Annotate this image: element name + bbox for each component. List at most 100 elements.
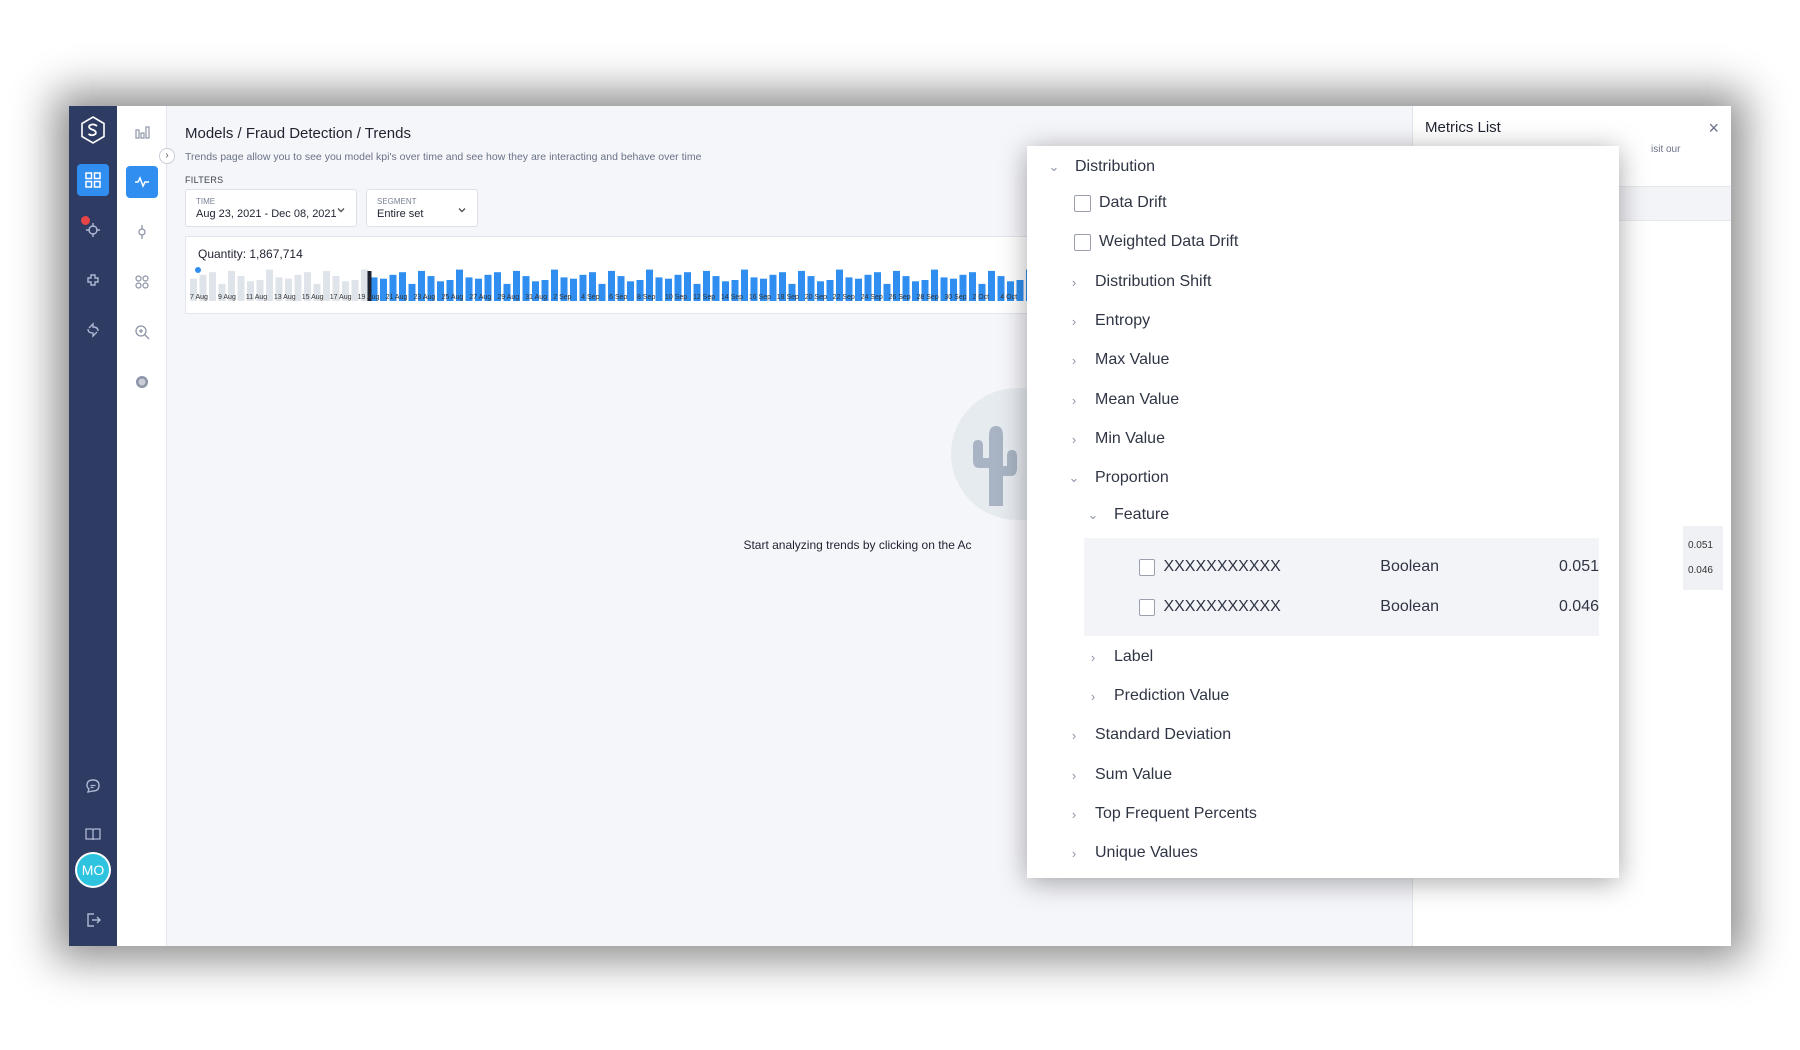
chevron-right-icon: ›	[1071, 767, 1077, 783]
feature-name: XXXXXXXXXXX	[1163, 558, 1281, 575]
tree-group-mean-value[interactable]: › Mean Value	[1067, 391, 1179, 409]
page-description: Trends page allow you to see you model k…	[185, 151, 702, 163]
metric-option-data-drift[interactable]: Data Drift	[1074, 194, 1167, 212]
histogram-tick-label: 19 Aug	[358, 294, 380, 301]
feature-type: Boolean	[1380, 598, 1439, 615]
notification-badge	[81, 216, 90, 225]
time-filter-dropdown[interactable]: TIME Aug 23, 2021 - Dec 08, 2021	[185, 189, 357, 227]
tree-group-feature[interactable]: ⌄ Feature	[1086, 506, 1170, 524]
trends-activity-icon[interactable]	[126, 166, 158, 198]
histogram-bar[interactable]	[1016, 280, 1024, 301]
user-avatar[interactable]: MO	[77, 854, 109, 886]
tree-label: Top Frequent Percents	[1095, 805, 1257, 822]
histogram-tick-label: 27 Aug	[469, 294, 491, 301]
histogram-tick-label: 10 Sep	[665, 294, 687, 301]
metrics-panel-description-text: isit our	[1651, 144, 1681, 155]
metric-value: 0.046	[1687, 565, 1713, 576]
tree-group-proportion[interactable]: ⌄ Proportion	[1067, 469, 1169, 487]
range-marker-dot[interactable]	[195, 267, 201, 273]
histogram-tick-label: 2 Sep	[553, 294, 571, 301]
integrations-icon[interactable]	[77, 264, 109, 296]
metrics-tree-dropdown: ⌄ Distribution Data Drift Weighted Data …	[1027, 146, 1619, 878]
tree-label: Sum Value	[1095, 766, 1173, 783]
histogram-bar[interactable]	[627, 281, 634, 301]
tree-group-prediction-value[interactable]: › Prediction Value	[1086, 687, 1230, 705]
tree-group-unique-values[interactable]: › Unique Values	[1067, 844, 1198, 862]
histogram-tick-label: 14 Sep	[721, 294, 743, 301]
histogram-tick-label: 28 Sep	[916, 294, 938, 301]
tree-group-min-value[interactable]: › Min Value	[1067, 430, 1165, 448]
tree-group-standard-deviation[interactable]: › Standard Deviation	[1067, 726, 1231, 744]
tree-label: Data Drift	[1099, 194, 1167, 211]
quantity-value: 1,867,714	[249, 247, 303, 261]
chevron-right-icon: ›	[1071, 392, 1077, 408]
zoom-search-icon[interactable]	[126, 316, 158, 348]
breadcrumb: Models / Fraud Detection / Trends	[185, 125, 411, 142]
chevron-right-icon: ›	[1090, 649, 1096, 665]
docs-book-icon[interactable]	[77, 818, 109, 850]
segment-filter-value: Entire set	[377, 208, 424, 220]
histogram-bar[interactable]	[598, 283, 606, 301]
histogram-tick-label: 23 Aug	[414, 294, 436, 301]
feature-row[interactable]: XXXXXXXXXXX Boolean 0.051	[1084, 547, 1599, 587]
checkbox[interactable]	[1074, 233, 1091, 251]
checkbox[interactable]	[1139, 598, 1156, 616]
incidents-icon[interactable]	[77, 214, 109, 246]
checkbox[interactable]	[1139, 558, 1156, 576]
histogram-tick-label: 22 Sep	[833, 294, 855, 301]
tree-label: Standard Deviation	[1095, 726, 1232, 743]
time-filter-value: Aug 23, 2021 - Dec 08, 2021	[196, 208, 337, 220]
histogram-tick-label: 15 Aug	[302, 294, 324, 301]
histogram-tick-label: 26 Sep	[889, 294, 911, 301]
tree-group-top-frequent-percents[interactable]: › Top Frequent Percents	[1067, 805, 1257, 823]
chevron-down-icon: ⌄	[1068, 470, 1080, 485]
segment-filter-label: SEGMENT	[377, 197, 417, 206]
chevron-right-icon: ›	[1071, 845, 1077, 861]
chevron-right-icon: ›	[1071, 352, 1077, 368]
feature-type: Boolean	[1380, 558, 1439, 575]
chat-icon[interactable]	[77, 770, 109, 802]
tree-group-distribution-shift[interactable]: › Distribution Shift	[1067, 273, 1212, 291]
tree-group-label[interactable]: › Label	[1086, 648, 1153, 666]
histogram-tick-label: 21 Aug	[386, 294, 408, 301]
chevron-right-icon: ›	[1071, 806, 1077, 822]
metric-value: 0.051	[1687, 540, 1713, 551]
superwise-logo-icon[interactable]	[77, 114, 109, 146]
feature-row[interactable]: XXXXXXXXXXX Boolean 0.046	[1084, 587, 1599, 627]
segment-filter-dropdown[interactable]: SEGMENT Entire set	[366, 189, 478, 227]
logout-icon[interactable]	[77, 904, 109, 936]
metrics-panel-title: Metrics List	[1425, 119, 1501, 136]
histogram-tick-label: 7 Aug	[190, 294, 208, 301]
histogram-tick-label: 11 Aug	[246, 294, 267, 301]
checkbox[interactable]	[1074, 194, 1091, 212]
histogram-tick-label: 4 Sep	[581, 294, 599, 301]
feature-name: XXXXXXXXXXX	[1163, 598, 1281, 615]
metric-option-weighted-data-drift[interactable]: Weighted Data Drift	[1074, 233, 1238, 251]
segments-icon[interactable]	[126, 266, 158, 298]
chevron-right-icon: ›	[1071, 274, 1077, 290]
tree-group-sum-value[interactable]: › Sum Value	[1067, 766, 1172, 784]
histogram-tick-label: 25 Aug	[441, 294, 463, 301]
histogram-tick-label: 6 Sep	[609, 294, 627, 301]
chevron-down-icon: ⌄	[1048, 159, 1060, 174]
histogram-bar[interactable]	[237, 276, 245, 301]
histogram-tick-label: 29 Aug	[497, 294, 519, 301]
histogram-bar[interactable]	[209, 272, 216, 301]
chevron-down-icon	[336, 202, 346, 220]
sync-icon[interactable]	[77, 314, 109, 346]
histogram-bar[interactable]	[655, 277, 663, 301]
secondary-sidebar	[117, 106, 167, 946]
chevron-right-icon: ›	[1071, 727, 1077, 743]
dashboard-icon[interactable]	[77, 164, 109, 196]
tree-label: Distribution	[1075, 158, 1156, 175]
toggle-icon[interactable]	[126, 366, 158, 398]
bar-chart-icon[interactable]	[126, 116, 158, 148]
histogram-tick-label: 12 Sep	[693, 294, 715, 301]
histogram-tick-label: 2 Oct	[972, 294, 989, 301]
close-icon[interactable]: ×	[1708, 118, 1719, 139]
tree-group-max-value[interactable]: › Max Value	[1067, 351, 1170, 369]
tree-group-distribution[interactable]: ⌄ Distribution	[1047, 158, 1155, 176]
tree-group-entropy[interactable]: › Entropy	[1067, 312, 1150, 330]
commit-icon[interactable]	[126, 216, 158, 248]
tree-label: Proportion	[1095, 469, 1169, 486]
